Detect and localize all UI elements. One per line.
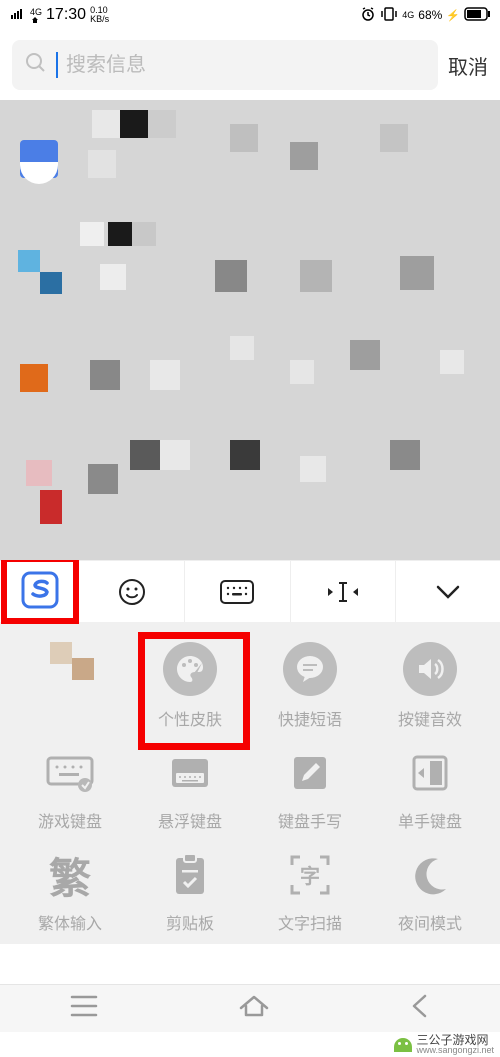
home-icon <box>238 994 270 1018</box>
chevron-down-icon <box>436 584 460 600</box>
volume-icon <box>403 642 457 696</box>
setting-item-onehand[interactable]: 单手键盘 <box>370 748 490 832</box>
cursor-move-button[interactable] <box>291 561 396 622</box>
network-label: 4G <box>30 8 42 23</box>
ime-logo-button[interactable] <box>0 561 80 622</box>
setting-item-unknown[interactable] <box>10 642 130 730</box>
search-icon <box>24 51 48 80</box>
alarm-icon <box>360 6 376 25</box>
setting-item-float-kb[interactable]: 悬浮键盘 <box>130 748 250 832</box>
setting-item-clipboard[interactable]: 剪贴板 <box>130 850 250 934</box>
traditional-icon: 繁 <box>49 850 91 900</box>
setting-label: 文字扫描 <box>278 910 342 934</box>
text-cursor <box>56 52 58 78</box>
setting-label: 剪贴板 <box>166 910 214 934</box>
onehand-icon <box>408 748 452 798</box>
keyboard-toolbar <box>0 560 500 622</box>
setting-item-skin[interactable]: 个性皮肤 <box>130 642 250 730</box>
back-icon <box>410 994 430 1018</box>
setting-item-game-kb[interactable]: 游戏键盘 <box>10 748 130 832</box>
gamepad-icon <box>45 748 95 798</box>
signal-icon <box>10 8 26 23</box>
svg-text:字: 字 <box>300 864 320 888</box>
charging-icon: ⚡ <box>446 9 460 22</box>
sogou-logo-icon <box>21 571 59 609</box>
scan-icon: 字 <box>288 850 332 900</box>
hamburger-icon <box>70 995 98 1017</box>
message-icon <box>283 642 337 696</box>
highlight-logo <box>1 556 79 624</box>
keyboard-icon <box>220 580 254 604</box>
nav-back-button[interactable] <box>410 994 430 1023</box>
data-speed: 0.10 KB/s <box>90 6 109 24</box>
vibrate-icon <box>380 7 398 24</box>
system-nav-bar <box>0 984 500 1032</box>
network-label-2: 4G <box>402 11 414 20</box>
status-left: 4G 17:30 0.10 KB/s <box>10 6 109 24</box>
battery-percent: 68% <box>418 8 442 22</box>
setting-label: 游戏键盘 <box>38 808 102 832</box>
search-box[interactable] <box>12 40 438 90</box>
setting-label: 快捷短语 <box>278 706 342 730</box>
setting-label: 繁体输入 <box>38 910 102 934</box>
cancel-button[interactable]: 取消 <box>448 51 488 80</box>
setting-item-sound[interactable]: 按键音效 <box>370 642 490 730</box>
message-list-blurred <box>0 100 500 560</box>
smiley-icon <box>117 577 147 607</box>
cursor-move-icon <box>326 580 360 604</box>
search-row: 取消 <box>0 30 500 100</box>
highlight-skin <box>138 632 250 750</box>
nav-home-button[interactable] <box>238 994 270 1023</box>
search-input[interactable] <box>66 54 426 77</box>
clipboard-icon <box>170 850 210 900</box>
status-right: 4G 68% ⚡ <box>360 6 490 25</box>
setting-item-phrases[interactable]: 快捷短语 <box>250 642 370 730</box>
status-bar: 4G 17:30 0.10 KB/s 4G 68% ⚡ <box>0 0 500 30</box>
keyboard-settings-panel: 个性皮肤 快捷短语 按键音效 游戏键盘 悬浮键盘 <box>0 622 500 944</box>
setting-label: 夜间模式 <box>398 910 462 934</box>
watermark: 三公子游戏网 www.sangongzi.net <box>394 1034 494 1055</box>
setting-label: 悬浮键盘 <box>158 808 222 832</box>
battery-icon <box>464 7 490 24</box>
clock: 17:30 <box>46 6 86 24</box>
setting-item-traditional[interactable]: 繁 繁体输入 <box>10 850 130 934</box>
watermark-url: www.sangongzi.net <box>416 1046 494 1055</box>
moon-icon <box>408 850 452 900</box>
float-keyboard-icon <box>168 748 212 798</box>
blurred-icon <box>46 642 94 690</box>
setting-label: 按键音效 <box>398 706 462 730</box>
handwrite-icon <box>288 748 332 798</box>
setting-label: 单手键盘 <box>398 808 462 832</box>
setting-item-night[interactable]: 夜间模式 <box>370 850 490 934</box>
collapse-button[interactable] <box>396 561 500 622</box>
keyboard-layout-button[interactable] <box>185 561 290 622</box>
setting-item-scan[interactable]: 字 文字扫描 <box>250 850 370 934</box>
setting-label: 键盘手写 <box>278 808 342 832</box>
watermark-logo-icon <box>394 1038 412 1052</box>
setting-item-handwrite[interactable]: 键盘手写 <box>250 748 370 832</box>
emoji-button[interactable] <box>80 561 185 622</box>
nav-menu-button[interactable] <box>70 995 98 1022</box>
